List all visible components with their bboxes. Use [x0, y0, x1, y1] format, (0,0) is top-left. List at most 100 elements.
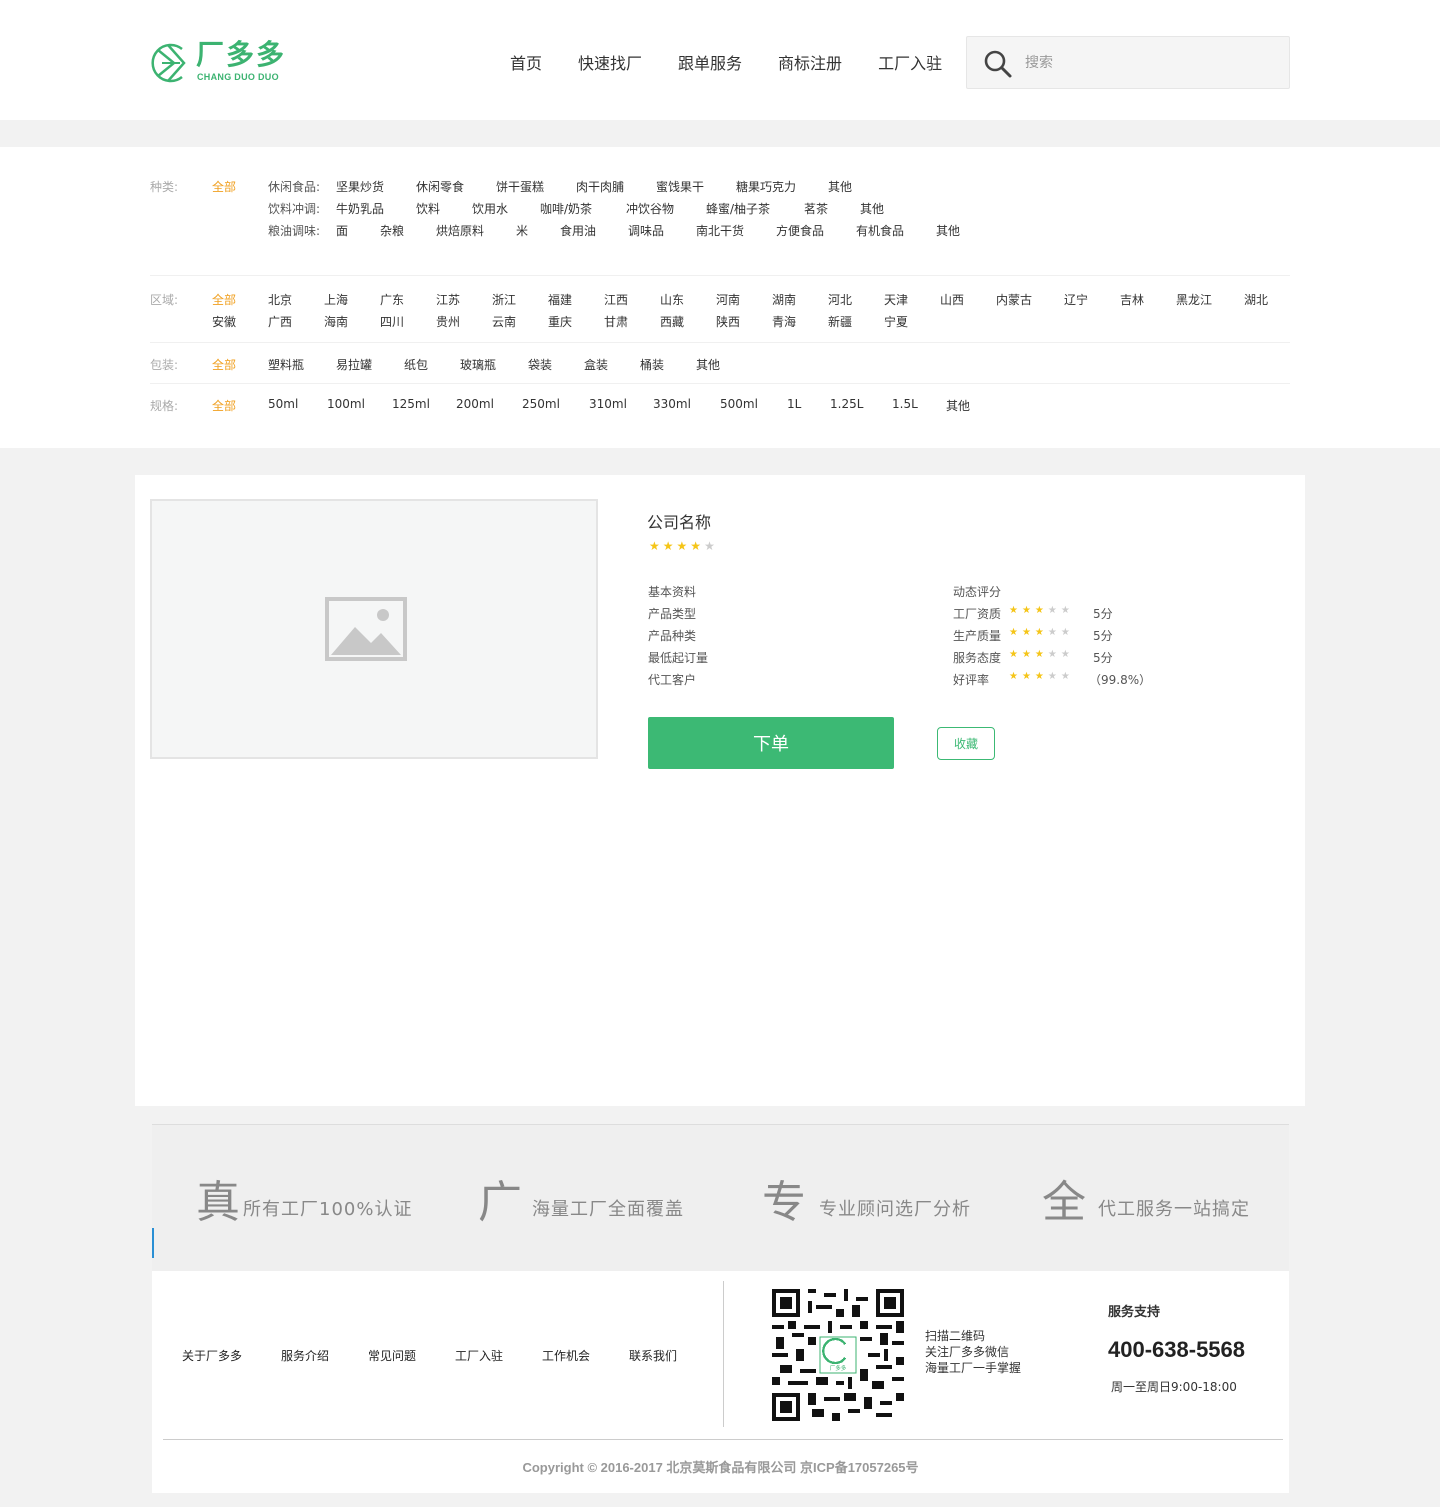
- spec-option[interactable]: 125ml: [392, 397, 430, 411]
- filter-option[interactable]: 南北干货: [696, 222, 744, 239]
- spec-option[interactable]: 500ml: [720, 397, 758, 411]
- region-option[interactable]: 黑龙江: [1176, 291, 1212, 308]
- region-option[interactable]: 山西: [940, 291, 964, 308]
- filter-option[interactable]: 食用油: [560, 222, 596, 239]
- filter-option[interactable]: 其他: [828, 178, 852, 195]
- region-option[interactable]: 海南: [324, 313, 348, 330]
- footer-link-jobs[interactable]: 工作机会: [542, 1347, 590, 1364]
- filter-option[interactable]: 饮用水: [472, 200, 508, 217]
- spec-option[interactable]: 其他: [946, 397, 970, 414]
- favorite-button[interactable]: 收藏: [937, 727, 995, 760]
- filter-all-spec[interactable]: 全部: [212, 397, 236, 414]
- region-option[interactable]: 福建: [548, 291, 572, 308]
- region-option[interactable]: 重庆: [548, 313, 572, 330]
- order-button[interactable]: 下单: [648, 717, 894, 769]
- package-option[interactable]: 易拉罐: [336, 356, 372, 373]
- spec-option[interactable]: 50ml: [268, 397, 298, 411]
- region-option[interactable]: 江苏: [436, 291, 460, 308]
- footer-link-factory-join[interactable]: 工厂入驻: [455, 1347, 503, 1364]
- region-option[interactable]: 广东: [380, 291, 404, 308]
- spec-option[interactable]: 200ml: [456, 397, 494, 411]
- nav-find-factory[interactable]: 快速找厂: [578, 52, 642, 76]
- region-option[interactable]: 湖北: [1244, 291, 1268, 308]
- search-input[interactable]: [1025, 51, 1265, 75]
- region-option[interactable]: 辽宁: [1064, 291, 1088, 308]
- footer-link-faq[interactable]: 常见问题: [368, 1347, 416, 1364]
- nav-factory-join[interactable]: 工厂入驻: [878, 52, 942, 76]
- region-option[interactable]: 贵州: [436, 313, 460, 330]
- filter-option[interactable]: 休闲零食: [416, 178, 464, 195]
- package-option[interactable]: 玻璃瓶: [460, 356, 496, 373]
- package-option[interactable]: 桶装: [640, 356, 664, 373]
- filter-option[interactable]: 烘焙原料: [436, 222, 484, 239]
- footer-link-about[interactable]: 关于厂多多: [182, 1347, 242, 1364]
- filter-option[interactable]: 坚果炒货: [336, 178, 384, 195]
- package-option[interactable]: 袋装: [528, 356, 552, 373]
- package-option[interactable]: 其他: [696, 356, 720, 373]
- filter-option[interactable]: 茗茶: [804, 200, 828, 217]
- region-option[interactable]: 河北: [828, 291, 852, 308]
- filter-option[interactable]: 饼干蛋糕: [496, 178, 544, 195]
- nav-trademark[interactable]: 商标注册: [778, 52, 842, 76]
- company-name[interactable]: 公司名称: [647, 509, 711, 533]
- footer-link-services[interactable]: 服务介绍: [281, 1347, 329, 1364]
- filter-option[interactable]: 肉干肉脯: [576, 178, 624, 195]
- package-option[interactable]: 盒装: [584, 356, 608, 373]
- region-option[interactable]: 甘肃: [604, 313, 628, 330]
- filter-option[interactable]: 面: [336, 222, 348, 239]
- region-option[interactable]: 吉林: [1120, 291, 1144, 308]
- filter-option[interactable]: 糖果巧克力: [736, 178, 796, 195]
- spec-option[interactable]: 1.25L: [830, 397, 863, 411]
- footer-link-contact[interactable]: 联系我们: [629, 1347, 677, 1364]
- filter-option[interactable]: 有机食品: [856, 222, 904, 239]
- region-option[interactable]: 西藏: [660, 313, 684, 330]
- region-option[interactable]: 上海: [324, 291, 348, 308]
- package-option[interactable]: 纸包: [404, 356, 428, 373]
- nav-follow-service[interactable]: 跟单服务: [678, 52, 742, 76]
- filter-option[interactable]: 饮料: [416, 200, 440, 217]
- filter-option[interactable]: 蜜饯果干: [656, 178, 704, 195]
- region-option[interactable]: 安徽: [212, 313, 236, 330]
- filter-all-category[interactable]: 全部: [212, 178, 236, 195]
- region-option[interactable]: 江西: [604, 291, 628, 308]
- region-option[interactable]: 新疆: [828, 313, 852, 330]
- region-option[interactable]: 山东: [660, 291, 684, 308]
- region-option[interactable]: 河南: [716, 291, 740, 308]
- spec-option[interactable]: 310ml: [589, 397, 627, 411]
- filter-option[interactable]: 咖啡/奶茶: [540, 200, 592, 217]
- spec-option[interactable]: 1L: [787, 397, 801, 411]
- filter-option[interactable]: 牛奶乳品: [336, 200, 384, 217]
- region-option[interactable]: 天津: [884, 291, 908, 308]
- factory-image-placeholder[interactable]: [150, 499, 598, 759]
- region-option[interactable]: 湖南: [772, 291, 796, 308]
- filter-all-package[interactable]: 全部: [212, 356, 236, 373]
- region-option[interactable]: 宁夏: [884, 313, 908, 330]
- spec-option[interactable]: 100ml: [327, 397, 365, 411]
- filter-option[interactable]: 杂粮: [380, 222, 404, 239]
- service-phone[interactable]: 400-638-5568: [1108, 1337, 1245, 1363]
- region-option[interactable]: 内蒙古: [996, 291, 1032, 308]
- nav-home[interactable]: 首页: [510, 52, 542, 76]
- package-option[interactable]: 塑料瓶: [268, 356, 304, 373]
- region-option[interactable]: 陕西: [716, 313, 740, 330]
- filter-all-region[interactable]: 全部: [212, 291, 236, 308]
- search-icon[interactable]: [983, 49, 1013, 79]
- filter-option[interactable]: 米: [516, 222, 528, 239]
- region-option[interactable]: 北京: [268, 291, 292, 308]
- spec-option[interactable]: 1.5L: [892, 397, 918, 411]
- filter-option[interactable]: 其他: [860, 200, 884, 217]
- logo[interactable]: 厂多多 CHANG DUO DUO: [148, 38, 288, 88]
- spec-option[interactable]: 250ml: [522, 397, 560, 411]
- region-option[interactable]: 四川: [380, 313, 404, 330]
- spec-option[interactable]: 330ml: [653, 397, 691, 411]
- scan-text: 关注厂多多微信: [925, 1345, 1010, 1359]
- region-option[interactable]: 青海: [772, 313, 796, 330]
- region-option[interactable]: 浙江: [492, 291, 516, 308]
- region-option[interactable]: 广西: [268, 313, 292, 330]
- filter-option[interactable]: 方便食品: [776, 222, 824, 239]
- region-option[interactable]: 云南: [492, 313, 516, 330]
- filter-option[interactable]: 冲饮谷物: [626, 200, 674, 217]
- filter-option[interactable]: 调味品: [628, 222, 664, 239]
- filter-option[interactable]: 其他: [936, 222, 960, 239]
- filter-option[interactable]: 蜂蜜/柚子茶: [706, 200, 770, 217]
